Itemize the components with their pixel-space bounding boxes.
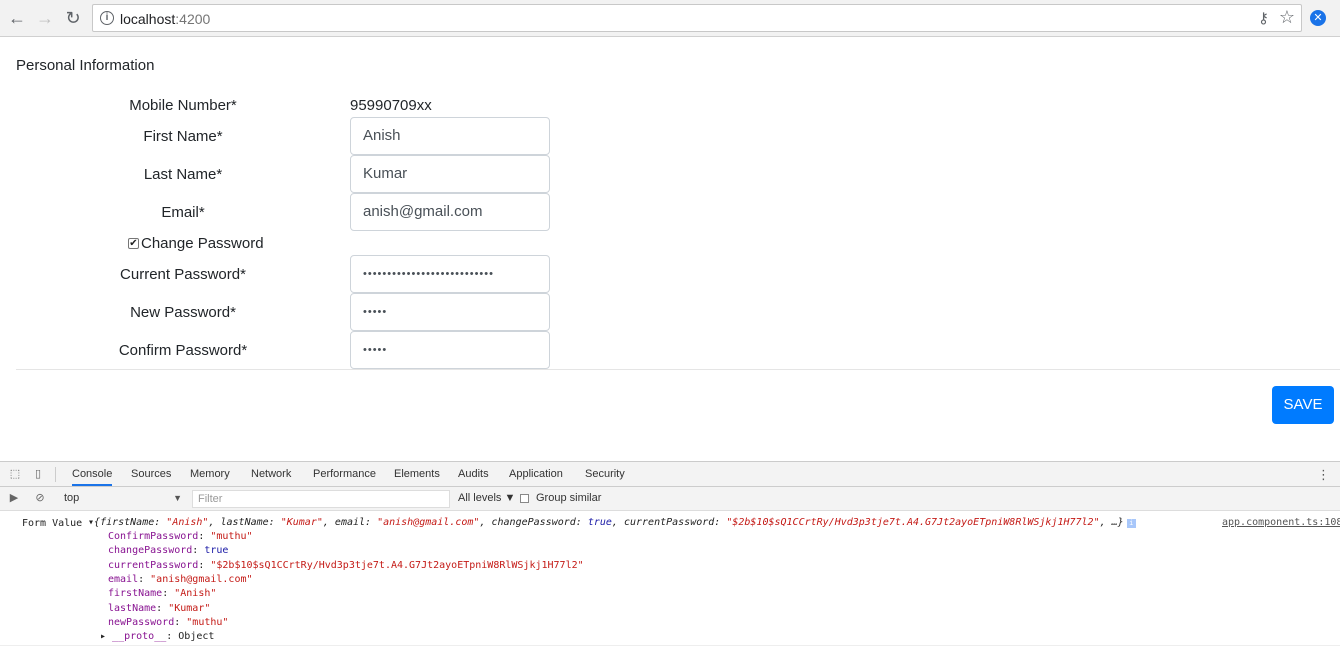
property-key: changePassword xyxy=(108,545,193,557)
property-row: changePassword: true xyxy=(108,545,229,557)
tab-network[interactable]: Network xyxy=(251,468,291,480)
property-key: email xyxy=(108,573,139,585)
last-name-label: Last Name* xyxy=(143,166,223,183)
property-value: "$2b$10$sQ1CCrtRy/Hvd3p3tje7t.A4.G7Jt2ay… xyxy=(210,559,584,571)
console-bottom-border xyxy=(0,645,1340,646)
key-icon[interactable]: ⚷ xyxy=(1258,9,1269,27)
devtools-tab-bar: ⬚ ▯ Console Sources Memory Network Performan… xyxy=(0,462,1340,487)
filter-input[interactable]: Filter xyxy=(192,490,450,508)
info-icon[interactable]: i xyxy=(100,11,114,25)
log-object-summary[interactable]: ▾{firstName: "Anish", lastName: "Kumar",… xyxy=(88,517,1136,528)
info-badge-icon[interactable]: i xyxy=(1126,519,1136,528)
console-toolbar: ▶ ⊘ top ▼ Filter All levels ▼ Group simil… xyxy=(0,487,1340,511)
clear-console-icon[interactable]: ⊘ xyxy=(33,491,47,505)
email-label: Email* xyxy=(161,204,205,221)
log-levels-dropdown[interactable]: All levels ▼ xyxy=(458,492,515,504)
reload-icon[interactable]: ↻ xyxy=(62,7,84,29)
dropdown-arrow-icon: ▼ xyxy=(173,493,182,503)
confirm-password-input[interactable]: ••••• xyxy=(350,331,550,369)
summary-value: "Anish" xyxy=(166,517,209,528)
property-row: currentPassword: "$2b$10$sQ1CCrtRy/Hvd3p… xyxy=(108,559,584,571)
property-value: true xyxy=(204,545,229,557)
back-arrow-icon[interactable]: ← xyxy=(6,7,28,29)
inspect-element-icon[interactable]: ⬚ xyxy=(8,467,22,481)
summary-value: true xyxy=(587,517,612,528)
change-password-row: ✔ Change Password xyxy=(128,235,264,252)
property-row: firstName: "Anish" xyxy=(108,588,217,600)
page-title: Personal Information xyxy=(16,57,155,74)
property-key: newPassword xyxy=(108,616,175,628)
first-name-input[interactable]: Anish xyxy=(350,117,550,155)
last-name-input[interactable]: Kumar xyxy=(350,155,550,193)
change-password-label: Change Password xyxy=(141,235,264,252)
browser-toolbar: ← → ↻ i localhost:4200 ⚷ ☆ ✕ xyxy=(0,0,1340,37)
collapse-triangle-icon[interactable]: ▸ xyxy=(100,631,112,642)
more-options-icon[interactable]: ⋮ xyxy=(1317,467,1330,483)
property-value: "muthu" xyxy=(186,616,229,628)
tab-performance[interactable]: Performance xyxy=(313,468,376,480)
new-password-input[interactable]: ••••• xyxy=(350,293,550,331)
property-row: lastName: "Kumar" xyxy=(108,602,211,614)
summary-value: "Kumar" xyxy=(280,517,323,528)
property-value: "Anish" xyxy=(174,588,217,600)
property-key: firstName xyxy=(108,588,163,600)
change-password-checkbox[interactable]: ✔ xyxy=(128,238,139,249)
tab-separator xyxy=(55,467,56,482)
tab-application[interactable]: Application xyxy=(509,468,563,480)
tab-sources[interactable]: Sources xyxy=(131,468,171,480)
summary-key: currentPassword xyxy=(623,517,715,528)
tab-security[interactable]: Security xyxy=(585,468,625,480)
property-key: currentPassword xyxy=(108,559,199,571)
summary-value: "$2b$10$sQ1CCrtRy/Hvd3p3tje7t.A4.G7Jt2ay… xyxy=(726,517,1100,528)
current-password-label: Current Password* xyxy=(120,266,246,283)
proto-key: __proto__ xyxy=(112,631,167,643)
star-icon[interactable]: ☆ xyxy=(1279,7,1295,28)
proto-value: Object xyxy=(178,631,215,643)
confirm-password-label: Confirm Password* xyxy=(118,342,248,359)
first-name-label: First Name* xyxy=(143,128,223,145)
group-similar-option[interactable]: Group similar xyxy=(520,492,601,504)
forward-arrow-icon[interactable]: → xyxy=(34,7,56,29)
summary-value: "anish@gmail.com" xyxy=(377,517,480,528)
property-value: "Kumar" xyxy=(168,602,211,614)
property-row: newPassword: "muthu" xyxy=(108,616,229,628)
proto-row[interactable]: ▸ __proto__: Object xyxy=(100,631,214,642)
tab-elements[interactable]: Elements xyxy=(394,468,440,480)
email-input[interactable]: anish@gmail.com xyxy=(350,193,550,231)
current-password-input[interactable]: ••••••••••••••••••••••••••• xyxy=(350,255,550,293)
device-toolbar-icon[interactable]: ▯ xyxy=(31,467,45,481)
summary-key: email xyxy=(334,517,366,528)
tab-console[interactable]: Console xyxy=(72,468,113,486)
source-link[interactable]: app.component.ts:108 xyxy=(1222,517,1340,528)
tab-audits[interactable]: Audits xyxy=(458,468,489,480)
context-select[interactable]: top ▼ xyxy=(60,490,186,507)
property-row: email: "anish@gmail.com" xyxy=(108,573,253,585)
log-label: Form Value xyxy=(22,518,83,529)
tab-memory[interactable]: Memory xyxy=(190,468,230,480)
summary-key: firstName xyxy=(100,517,155,528)
group-similar-checkbox[interactable] xyxy=(520,493,529,503)
property-key: ConfirmPassword xyxy=(108,531,199,542)
mobile-number-label: Mobile Number* xyxy=(129,97,237,114)
summary-key: changePassword xyxy=(491,517,576,528)
property-value: "anish@gmail.com" xyxy=(150,573,253,585)
property-key: lastName xyxy=(108,602,157,614)
property-row: ConfirmPassword: "muthu" xyxy=(108,531,253,542)
form-divider xyxy=(16,369,1340,370)
expand-triangle-icon[interactable]: ▾ xyxy=(88,517,94,528)
new-password-label: New Password* xyxy=(130,304,236,321)
save-button[interactable]: SAVE xyxy=(1272,386,1334,424)
address-bar[interactable]: i localhost:4200 ⚷ ☆ xyxy=(92,4,1302,32)
extension-icon[interactable]: ✕ xyxy=(1310,10,1326,26)
sidebar-toggle-icon[interactable]: ▶ xyxy=(7,491,21,505)
property-value: "muthu" xyxy=(210,531,253,542)
devtools-panel: ⬚ ▯ Console Sources Memory Network Performan… xyxy=(0,461,1340,648)
url-text: localhost:4200 xyxy=(120,11,211,27)
summary-key: lastName xyxy=(220,517,269,528)
mobile-number-value: 95990709xx xyxy=(350,97,432,114)
